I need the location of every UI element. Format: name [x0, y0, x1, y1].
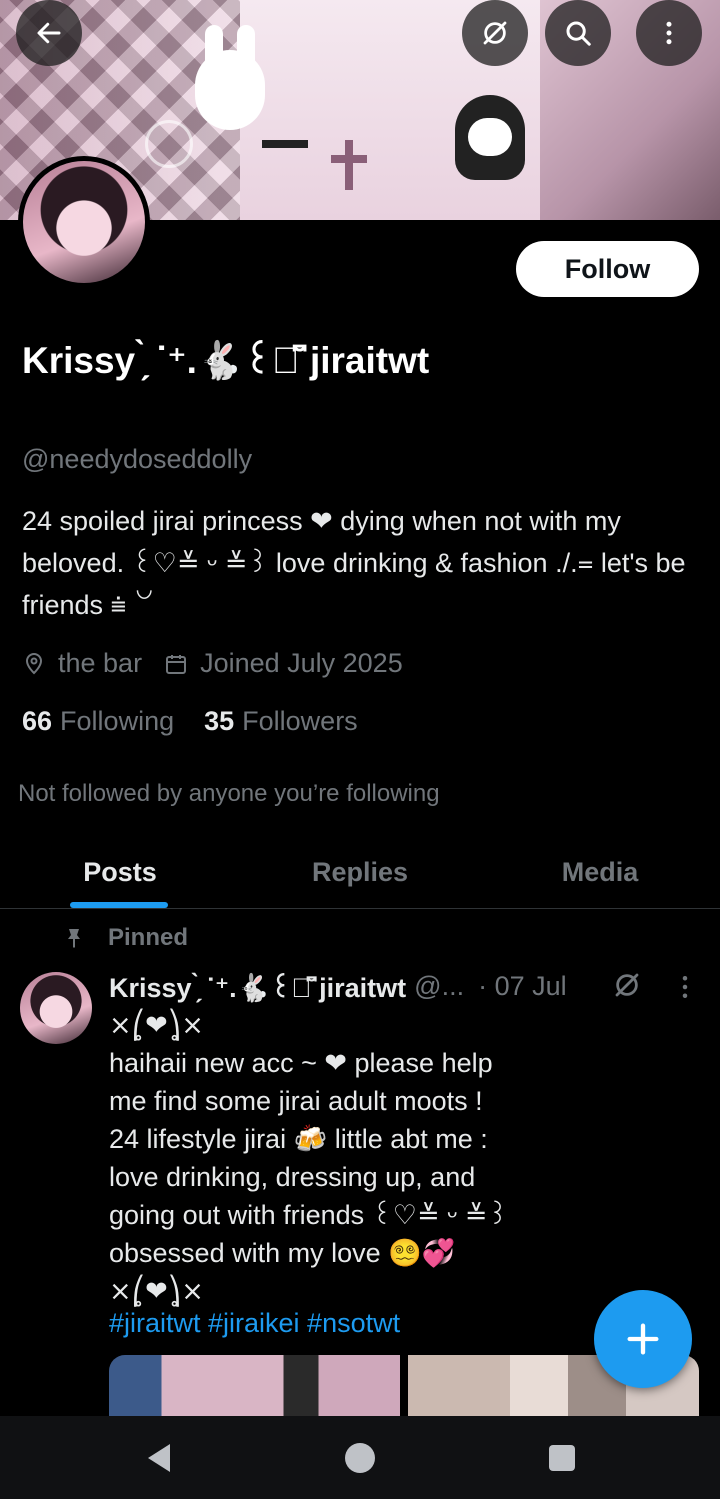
display-name: Krissy ̗̀ ᐝ⁺.🐇꒰ᦔ̆͆ jiraitwt	[22, 340, 430, 381]
plus-icon	[627, 1323, 659, 1355]
post-author-handle[interactable]: @...	[414, 971, 464, 1002]
post-header: Krissy ̗̀ ᐝ⁺.🐇꒰ᦔ̆͆ jiraitwt @... · 07 Ju…	[109, 968, 567, 1004]
grok-icon[interactable]	[612, 970, 642, 1000]
nav-home-icon[interactable]	[345, 1443, 375, 1473]
post-author-avatar[interactable]	[20, 972, 92, 1044]
bunny-illustration	[195, 50, 265, 130]
profile-avatar[interactable]	[18, 156, 150, 288]
joined-date: Joined July 2025	[200, 648, 403, 678]
compose-button[interactable]	[594, 1290, 692, 1388]
grok-button[interactable]	[462, 0, 528, 66]
more-vertical-icon	[666, 21, 672, 45]
more-horizontal-icon[interactable]	[670, 972, 700, 1002]
avatar-image	[23, 161, 145, 283]
grok-icon	[483, 21, 507, 45]
follow-counts: 66 Following 35 Followers	[22, 706, 358, 737]
post-image[interactable]	[109, 1355, 400, 1417]
active-tab-indicator	[70, 902, 168, 908]
location-icon	[25, 652, 43, 674]
heart-decoration	[145, 120, 193, 168]
pinned-label: Pinned	[108, 924, 189, 951]
post-author-name[interactable]: Krissy ̗̀ ᐝ⁺.🐇꒰ᦔ̆͆ jiraitwt	[109, 968, 406, 1004]
post-hashtags[interactable]: #jiraitwt #jiraikei #nsotwt	[109, 1308, 400, 1339]
calendar-icon	[166, 654, 187, 674]
location-text: the bar	[58, 648, 143, 678]
followers-link[interactable]: 35 Followers	[204, 706, 358, 737]
pinned-indicator: Pinned	[62, 924, 188, 952]
post-text: ⨯⎛̥❤⎞̥⨯ haihaii new acc ~ ❤ please help …	[109, 1010, 509, 1306]
bow-decoration	[262, 140, 308, 178]
cross-decoration	[331, 155, 367, 163]
following-count: 66	[22, 706, 53, 736]
tab-media[interactable]: Media	[480, 836, 720, 908]
post-date[interactable]: · 07 Jul	[478, 971, 567, 1002]
search-icon	[566, 21, 591, 46]
following-label: Following	[60, 706, 175, 736]
follow-button[interactable]: Follow	[516, 241, 699, 297]
not-followed-notice: Not followed by anyone you’re following	[18, 780, 440, 807]
profile-tabs: Posts Replies Media	[0, 836, 720, 909]
profile-meta: the bar Joined July 2025	[22, 648, 403, 679]
more-options-button[interactable]	[636, 0, 702, 66]
arrow-left-icon	[37, 22, 61, 44]
profile-bio: 24 spoiled jirai princess ❤ dying when n…	[22, 506, 686, 620]
cross-decoration	[345, 140, 353, 190]
kuromi-face	[468, 118, 512, 156]
followers-label: Followers	[242, 706, 358, 736]
followers-count: 35	[204, 706, 235, 736]
tab-posts[interactable]: Posts	[0, 836, 240, 908]
user-handle: @needydoseddolly	[22, 444, 253, 474]
nav-recents-icon[interactable]	[549, 1445, 575, 1471]
search-button[interactable]	[545, 0, 611, 66]
back-button[interactable]	[16, 0, 82, 66]
nav-back-icon[interactable]	[144, 1442, 174, 1474]
pin-icon	[68, 929, 80, 948]
tab-replies[interactable]: Replies	[240, 836, 480, 908]
following-link[interactable]: 66 Following	[22, 706, 174, 737]
